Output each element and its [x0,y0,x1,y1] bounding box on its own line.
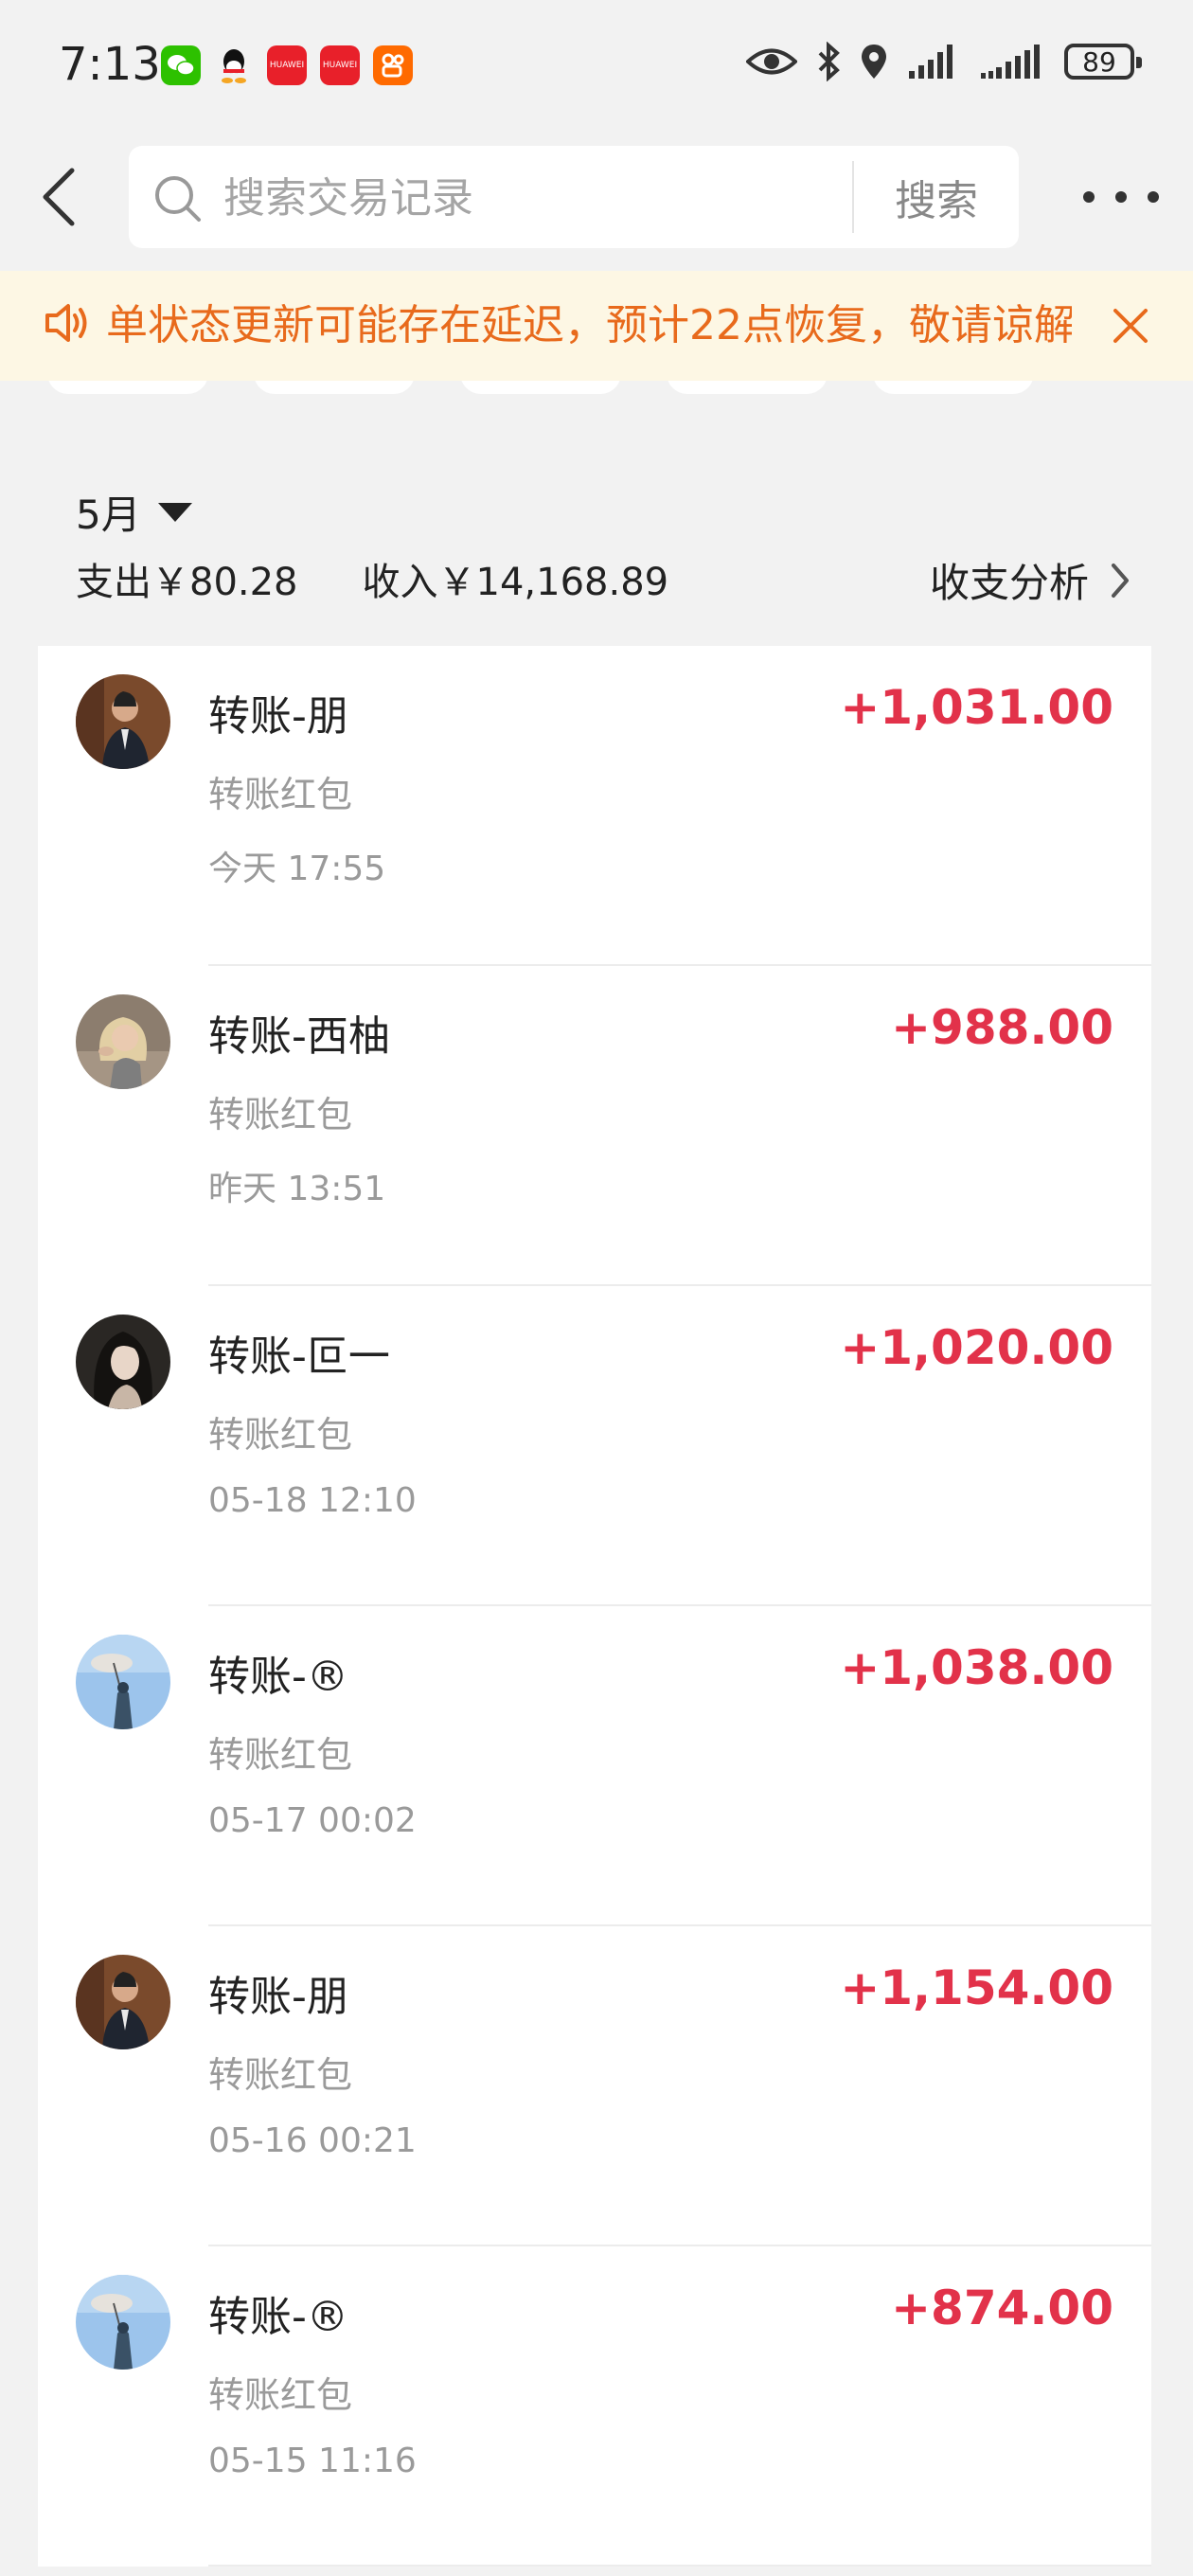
transaction-time: 05-17 00:02 [208,1801,417,1840]
chevron-right-icon [1112,563,1129,598]
battery-level: 89 [1082,45,1116,78]
notice-banner: 单状态更新可能存在延迟，预计22点恢复，敬请谅解 [0,271,1193,381]
row-divider [208,2565,1151,2567]
transaction-row[interactable]: 转账-® 转账红包 05-15 11:16 +874.00 [38,2246,1151,2567]
transaction-subtitle: 转账红包 [208,1414,353,1456]
transaction-row[interactable]: 转账-朋 转账红包 今天 17:55 +1,031.00 [38,646,1151,966]
month-summary: 5月 支出￥80.28 收入￥14,168.89 收支分析 [0,455,1193,644]
month-selector[interactable]: 5月 [76,483,192,541]
avatar [76,674,170,769]
transaction-list: 转账-朋 转账红包 今天 17:55 +1,031.00 转账-西柚 转账红包 … [38,646,1151,2567]
transaction-subtitle: 转账红包 [208,1734,353,1776]
speaker-icon [45,304,87,342]
search-icon [155,176,201,222]
signal-icon [981,45,1040,79]
notice-text: 单状态更新可能存在延迟，预计22点恢复，敬请谅解 [106,301,1072,349]
transaction-row[interactable]: 转账-西柚 转账红包 昨天 13:51 +988.00 [38,966,1151,1286]
caret-down-icon [157,502,192,522]
transaction-title: 转账-叵一 [208,1333,390,1381]
search-button[interactable]: 搜索 [854,146,1019,248]
huawei-icon: HUAWEI [267,45,307,85]
transaction-title: 转账-® [208,2293,348,2341]
bluetooth-icon [818,42,840,81]
transaction-title: 转账-西柚 [208,1012,390,1061]
transaction-amount: +988.00 [891,1000,1113,1055]
filter-pill[interactable] [460,381,621,394]
back-button[interactable] [34,163,91,231]
filter-pill[interactable] [667,381,828,394]
huawei-icon: HUAWEI [320,45,360,85]
month-label: 5月 [76,492,141,538]
filter-pills-peek [0,381,1193,396]
transaction-time: 05-18 12:10 [208,1481,417,1520]
transaction-subtitle: 转账红包 [208,2054,353,2096]
transaction-title: 转账-朋 [208,692,348,741]
avatar [76,994,170,1089]
transaction-time: 昨天 13:51 [208,1170,386,1208]
signal-icon [909,45,953,79]
transaction-row[interactable]: 转账-朋 转账红包 05-16 00:21 +1,154.00 [38,1926,1151,2246]
location-icon [862,45,886,79]
transaction-amount: +1,020.00 [840,1320,1113,1375]
transaction-row[interactable]: 转账-® 转账红包 05-17 00:02 +1,038.00 [38,1606,1151,1926]
notification-app-icons: HUAWEI HUAWEI [161,45,413,85]
transaction-amount: +1,154.00 [840,1960,1113,2015]
kuaishou-icon [373,45,413,85]
transaction-row[interactable]: 转账-叵一 转账红包 05-18 12:10 +1,020.00 [38,1286,1151,1606]
chevron-left-icon [43,168,75,226]
avatar [76,1635,170,1729]
expense-total: 支出￥80.28 [76,561,298,604]
status-time: 7:13 [59,38,161,91]
status-bar: 7:13 HUAWEI HUAWEI 89 [0,0,1193,133]
analysis-link[interactable]: 收支分析 [930,551,1131,609]
more-dot-icon [1115,191,1127,203]
transaction-subtitle: 转账红包 [208,1094,353,1136]
wechat-icon [161,45,201,85]
filter-pill[interactable] [873,381,1034,394]
filter-pill[interactable] [47,381,208,394]
huawei-logo-text: HUAWEI [322,61,358,70]
income-expense-summary: 支出￥80.28 收入￥14,168.89 [76,551,668,606]
search-box[interactable]: 搜索 [129,146,1019,250]
analysis-label: 收支分析 [929,560,1089,606]
qq-icon [214,45,254,85]
transaction-subtitle: 转账红包 [208,2374,353,2416]
transaction-time: 05-16 00:21 [208,2121,417,2160]
avatar [76,2275,170,2370]
more-options-button[interactable] [1083,176,1159,218]
status-indicators: 89 [746,42,1142,81]
transaction-title: 转账-® [208,1653,348,1701]
avatar [76,1955,170,2049]
transaction-amount: +1,031.00 [840,680,1113,735]
more-dot-icon [1148,191,1159,203]
income-total: 收入￥14,168.89 [362,561,669,604]
huawei-logo-text: HUAWEI [269,61,305,70]
battery-indicator: 89 [1064,44,1142,80]
close-icon[interactable] [1112,307,1149,345]
eye-icon [746,48,797,75]
transaction-amount: +1,038.00 [840,1640,1113,1695]
transaction-subtitle: 转账红包 [208,774,353,815]
more-dot-icon [1083,191,1095,203]
transaction-time: 05-15 11:16 [208,2442,417,2480]
transaction-title: 转账-朋 [208,1973,348,2021]
transaction-amount: +874.00 [891,2281,1113,2335]
filter-pill[interactable] [254,381,415,394]
search-header: 搜索 [0,142,1193,254]
avatar [76,1315,170,1409]
transaction-time: 今天 17:55 [208,850,386,888]
